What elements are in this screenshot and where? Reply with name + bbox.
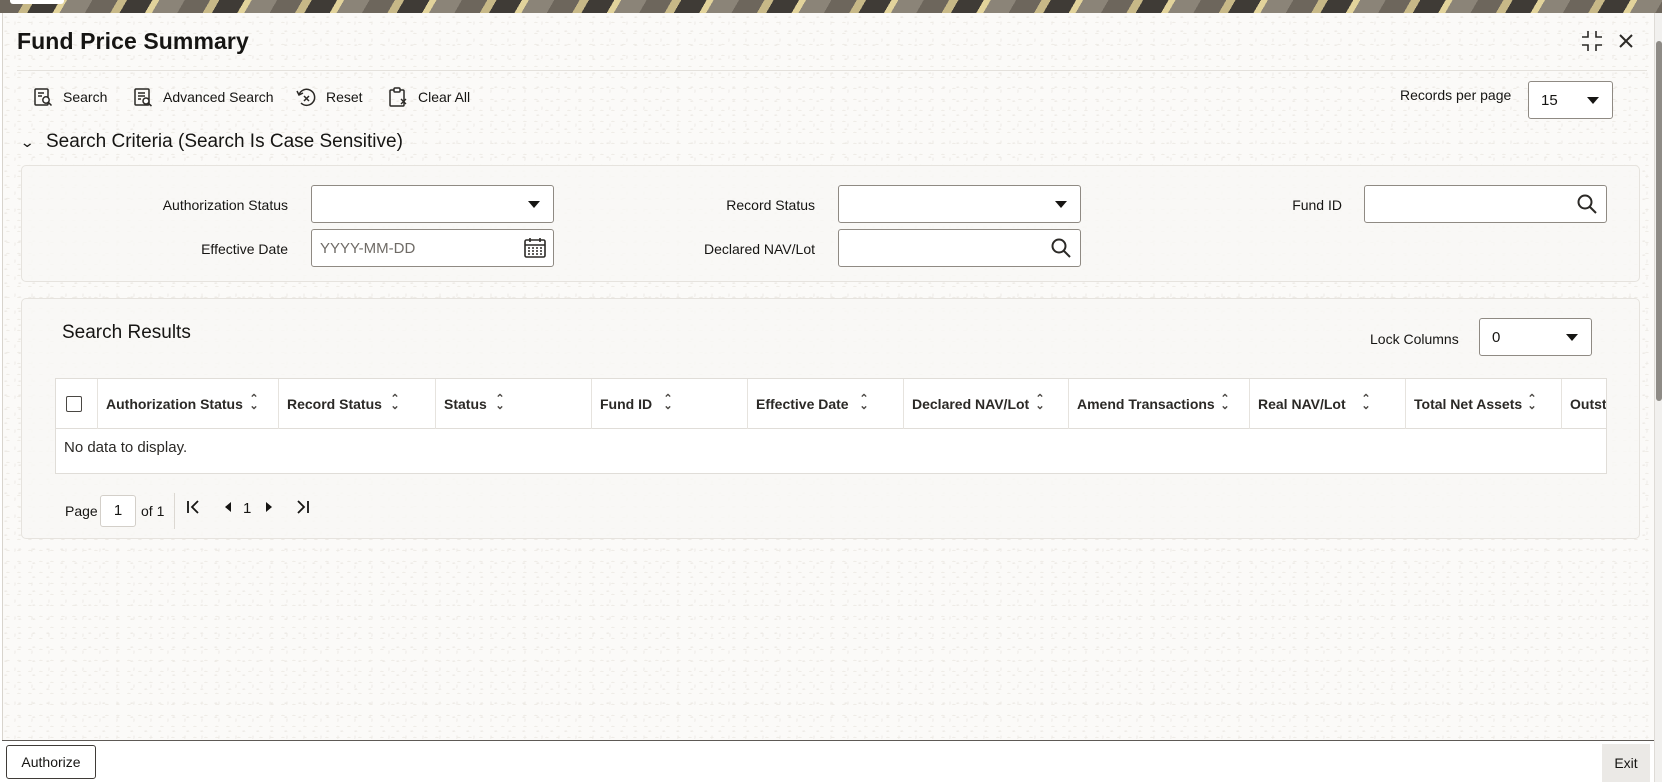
lock-columns-value: 0 [1492,328,1501,346]
column-header-amend-transactions[interactable]: Amend Transactions ⌃ ⌄ [1069,379,1250,429]
chevron-down-icon [1566,334,1578,341]
search-criteria-panel [21,165,1640,282]
column-header-real-nav[interactable]: Real NAV/Lot ⌃ ⌄ [1250,379,1406,429]
last-page-icon[interactable] [295,498,311,521]
sort-icon[interactable]: ⌃ ⌄ [1526,394,1538,412]
clipboard-clear-icon [389,87,407,107]
background-banner [0,0,1662,13]
magnifier-icon[interactable] [1050,237,1072,259]
search-criteria-toggle[interactable]: ⌄ Search Criteria (Search Is Case Sensit… [19,131,403,153]
effective-date-input[interactable]: YYYY-MM-DD [311,229,554,267]
authorize-button[interactable]: Authorize [6,745,96,779]
column-header-label: Total Net Assets [1414,396,1523,412]
column-header-record-status[interactable]: Record Status ⌃ ⌄ [279,379,436,429]
chevron-down-icon [528,201,540,208]
sort-icon[interactable]: ⌃ ⌄ [1034,394,1046,412]
first-page-icon[interactable] [185,498,201,521]
sort-icon[interactable]: ⌃ ⌄ [1219,394,1231,412]
records-per-page-label: Records per page [1400,87,1512,103]
lock-columns-select[interactable]: 0 [1479,318,1592,356]
record-status-label: Record Status [726,197,815,213]
chevron-down-icon: ⌄ [19,133,35,150]
column-header-effective-date[interactable]: Effective Date ⌃ ⌄ [748,379,904,429]
vertical-scrollbar[interactable] [1654,13,1662,782]
calendar-icon[interactable] [523,237,547,259]
effective-date-placeholder: YYYY-MM-DD [320,239,416,257]
sort-icon[interactable]: ⌃ ⌄ [662,394,674,412]
fund-id-input[interactable] [1364,185,1607,223]
search-doc-icon [34,88,53,107]
exit-button[interactable]: Exit [1602,744,1650,782]
clear-all-button-label: Clear All [418,89,471,105]
column-header-authorization-status[interactable]: Authorization Status ⌃ ⌄ [98,379,279,429]
title-divider [17,70,1647,71]
reset-button-label: Reset [326,89,363,105]
column-header-label: Authorization Status [106,396,243,412]
column-header-label: Declared NAV/Lot [912,396,1030,412]
column-header-label: Outsta [1570,396,1607,412]
page-title: Fund Price Summary [17,28,249,54]
column-header-label: Effective Date [756,396,849,412]
chevron-down-icon [1587,97,1599,104]
next-page-icon[interactable] [263,498,275,521]
column-header-total-net-assets[interactable]: Total Net Assets ⌃ ⌄ [1406,379,1562,429]
search-button[interactable]: Search [32,84,107,110]
clear-all-button[interactable]: Clear All [387,84,470,110]
record-status-select[interactable] [838,185,1081,223]
column-header-status[interactable]: Status ⌃ ⌄ [436,379,592,429]
tab-stub [10,0,64,4]
results-table: Authorization Status ⌃ ⌄ Record Status ⌃ ⌄… [55,378,1607,474]
advanced-search-button[interactable]: Advanced Search [132,84,274,110]
sort-icon[interactable]: ⌃ ⌄ [1360,394,1372,412]
records-per-page-value: 15 [1541,91,1558,109]
column-header-outstanding[interactable]: Outsta [1562,379,1607,429]
footer-bar [2,740,1654,782]
scrollbar-thumb[interactable] [1656,41,1662,401]
page-of-label: of 1 [141,503,165,519]
previous-page-icon[interactable] [222,498,234,521]
sort-icon[interactable]: ⌃ ⌄ [858,394,870,412]
collapse-arrows-icon[interactable] [1579,28,1605,54]
records-per-page-select[interactable]: 15 [1528,81,1613,119]
close-icon[interactable] [1613,28,1639,54]
select-all-cell [56,379,98,429]
search-button-label: Search [63,89,108,105]
search-criteria-title: Search Criteria (Search Is Case Sensitiv… [46,131,403,152]
effective-date-label: Effective Date [201,241,288,257]
column-header-label: Amend Transactions [1077,396,1215,412]
lock-columns-label: Lock Columns [1370,331,1459,347]
column-header-label: Fund ID [600,396,653,412]
declared-nav-label: Declared NAV/Lot [703,241,815,257]
current-page-number: 1 [243,500,252,517]
magnifier-icon[interactable] [1576,193,1598,215]
advanced-search-icon [134,88,152,107]
reset-button[interactable]: Reset [295,84,363,110]
search-results-title: Search Results [62,322,191,343]
column-header-label: Record Status [287,396,382,412]
page-number-input[interactable]: 1 [100,495,136,527]
authorization-status-select[interactable] [311,185,554,223]
declared-nav-input[interactable] [838,229,1081,267]
empty-table-message: No data to display. [64,439,188,456]
column-header-declared-nav[interactable]: Declared NAV/Lot ⌃ ⌄ [904,379,1069,429]
column-header-fund-id[interactable]: Fund ID ⌃ ⌄ [592,379,748,429]
select-all-checkbox[interactable] [66,396,82,412]
fund-id-label: Fund ID [1292,197,1342,213]
page-label: Page [65,503,98,519]
column-header-label: Real NAV/Lot [1258,396,1346,412]
reset-icon [296,88,316,107]
sort-icon[interactable]: ⌃ ⌄ [494,394,506,412]
authorization-status-label: Authorization Status [162,197,288,213]
pager-divider [174,493,175,529]
table-header-row: Authorization Status ⌃ ⌄ Record Status ⌃ ⌄… [56,379,1607,429]
sort-icon[interactable]: ⌃ ⌄ [389,394,401,412]
sort-icon[interactable]: ⌃ ⌄ [248,394,260,412]
chevron-down-icon [1055,201,1067,208]
advanced-search-button-label: Advanced Search [163,89,274,105]
column-header-label: Status [444,396,487,412]
